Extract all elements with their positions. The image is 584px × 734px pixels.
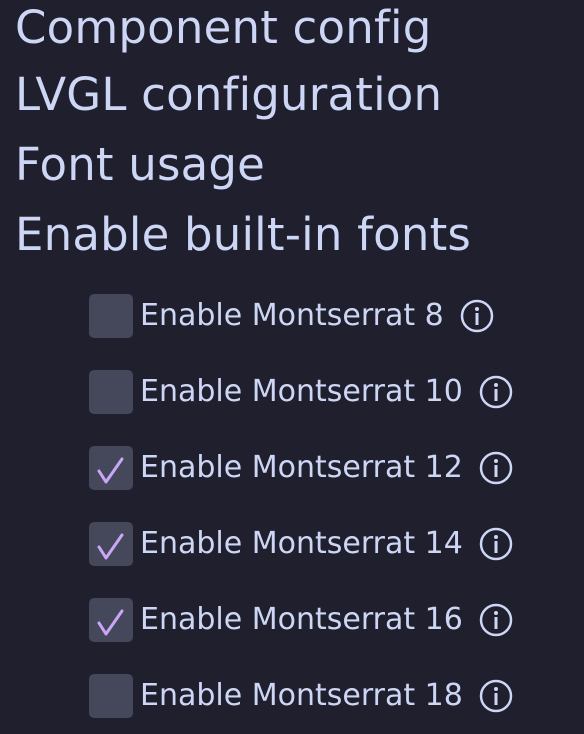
info-icon[interactable] [479,527,513,561]
checkbox-montserrat-8[interactable] [89,294,133,338]
info-icon[interactable] [479,451,513,485]
breadcrumb-heading-stack: Component config LVGL configuration Font… [15,0,471,270]
option-label: Enable Montserrat 8 [140,298,444,333]
option-label: Enable Montserrat 10 [140,374,463,409]
breadcrumb-component-config[interactable]: Component config [15,0,471,60]
option-montserrat-18[interactable]: Enable Montserrat 18 [89,658,513,734]
section-title-enable-built-in-fonts: Enable built-in fonts [15,208,472,261]
checkbox-montserrat-10[interactable] [89,370,133,414]
info-icon[interactable] [460,299,494,333]
info-icon[interactable] [479,603,513,637]
breadcrumb-font-usage[interactable]: Font usage [15,130,471,200]
option-montserrat-14[interactable]: Enable Montserrat 14 [89,506,513,582]
info-icon[interactable] [479,375,513,409]
breadcrumb-lvgl-configuration[interactable]: LVGL configuration [15,60,471,130]
option-montserrat-10[interactable]: Enable Montserrat 10 [89,354,513,430]
checkmark-icon [97,609,124,636]
option-label: Enable Montserrat 12 [140,450,463,485]
option-montserrat-16[interactable]: Enable Montserrat 16 [89,582,513,658]
font-options-list: Enable Montserrat 8 Enable Montserrat 10 [89,278,513,734]
checkbox-montserrat-14[interactable] [89,522,133,566]
option-label: Enable Montserrat 16 [140,602,463,637]
option-label: Enable Montserrat 14 [140,526,463,561]
checkmark-icon [97,457,124,484]
option-montserrat-12[interactable]: Enable Montserrat 12 [89,430,513,506]
checkbox-montserrat-18[interactable] [89,674,133,718]
checkbox-montserrat-16[interactable] [89,598,133,642]
checkbox-montserrat-12[interactable] [89,446,133,490]
option-label: Enable Montserrat 18 [140,678,463,713]
info-icon[interactable] [479,679,513,713]
checkmark-icon [97,533,124,560]
option-montserrat-8[interactable]: Enable Montserrat 8 [89,278,513,354]
